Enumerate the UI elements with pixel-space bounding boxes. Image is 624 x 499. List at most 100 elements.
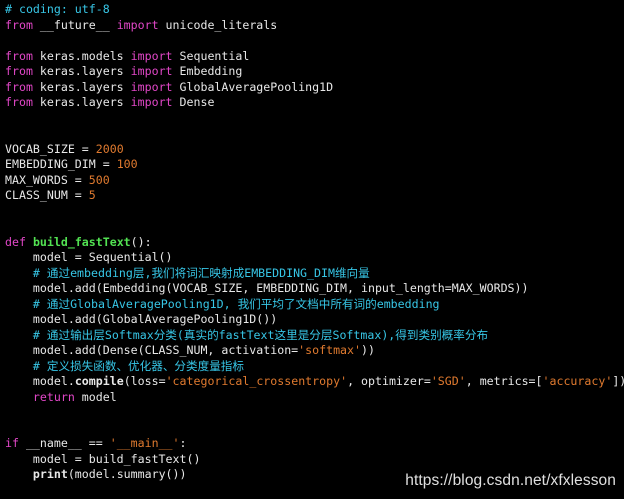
code-token: (model.summary()): [67, 467, 187, 481]
code-token: unicode_literals: [158, 17, 278, 32]
code-line: # 定义损失函数、优化器、分类度量指标: [5, 359, 624, 375]
code-line: from keras.layers import GlobalAveragePo…: [5, 80, 624, 96]
comment-token: # 通过GlobalAveragePooling1D, 我们平均了文档中所有词的…: [32, 296, 440, 311]
code-token: model.add(Dense(CLASS_NUM, activation=: [5, 343, 299, 357]
comment-token: # 通过输出层Softmax分类(真实的fastText这里是分层Softmax…: [32, 327, 489, 342]
code-line: # coding: utf-8: [5, 2, 624, 18]
code-line: # 通过GlobalAveragePooling1D, 我们平均了文档中所有词的…: [5, 297, 624, 313]
code-token: )): [361, 343, 375, 357]
code-line: model = build_fastText(): [5, 452, 624, 468]
keyword-token: import: [116, 17, 159, 32]
code-line: from __future__ import unicode_literals: [5, 18, 624, 34]
keyword-token: if: [5, 436, 19, 450]
code-line: # 通过embedding层,我们将词汇映射成EMBEDDING_DIM维向量: [5, 266, 624, 282]
code-token: :: [179, 436, 187, 450]
code-line: model.add(Dense(CLASS_NUM, activation='s…: [5, 343, 624, 359]
code-line: def build_fastText():: [5, 235, 624, 251]
code-line: CLASS_NUM = 5: [5, 188, 624, 204]
code-token: , metrics=[: [465, 374, 543, 388]
code-token: Embedding: [172, 64, 243, 78]
number-token: 100: [116, 157, 138, 171]
code-token: EMBEDDING_DIM =: [5, 157, 117, 171]
keyword-token: def: [5, 234, 26, 249]
code-line: return model: [5, 390, 624, 406]
code-editor: # coding: utf-8 from __future__ import un…: [0, 0, 624, 499]
string-token: 'softmax': [298, 343, 361, 357]
keyword-token: from: [5, 79, 33, 94]
code-line: model = Sequential(): [5, 250, 624, 266]
comment-token: # coding: utf-8: [5, 2, 110, 16]
code-token: Sequential: [172, 48, 250, 63]
code-line: model.add(GlobalAveragePooling1D()): [5, 312, 624, 328]
code-token: VOCAB_SIZE =: [5, 141, 96, 156]
function-name-token: build_fastText: [32, 234, 131, 249]
code-token: Dense: [172, 95, 215, 109]
number-token: 2000: [95, 141, 124, 156]
code-token: , optimizer=: [347, 374, 431, 388]
code-line: from keras.models import Sequential: [5, 49, 624, 65]
code-token: model: [74, 389, 117, 404]
builtin-token: compile: [74, 374, 124, 388]
number-token: 500: [88, 172, 110, 187]
code-token: keras.layers: [32, 95, 131, 109]
watermark-url: https://blog.csdn.net/xfxlesson: [405, 472, 616, 489]
code-line: model.add(Embedding(VOCAB_SIZE, EMBEDDIN…: [5, 281, 624, 297]
number-token: 5: [88, 188, 96, 202]
code-token: model = Sequential(): [5, 250, 173, 264]
code-block: # coding: utf-8 from __future__ import un…: [5, 2, 624, 483]
code-token: __name__ ==: [18, 436, 110, 450]
keyword-token: import: [130, 64, 173, 78]
code-token: GlobalAveragePooling1D: [172, 79, 334, 94]
string-token: 'SGD': [430, 374, 466, 388]
code-token: ():: [130, 234, 152, 249]
keyword-token: from: [5, 48, 33, 63]
string-token: '__main__': [109, 436, 180, 450]
code-line: model.compile(loss='categorical_crossent…: [5, 374, 624, 390]
code-token: model.: [5, 374, 75, 388]
code-line: EMBEDDING_DIM = 100: [5, 157, 624, 173]
code-token: ]): [612, 374, 624, 388]
code-token: __future__: [32, 17, 117, 32]
builtin-token: print: [32, 467, 68, 481]
string-token: 'accuracy': [542, 374, 613, 388]
code-line: from keras.layers import Embedding: [5, 64, 624, 80]
code-line: # 通过输出层Softmax分类(真实的fastText这里是分层Softmax…: [5, 328, 624, 344]
code-token: model = build_fastText(): [5, 451, 201, 466]
code-token: CLASS_NUM =: [5, 188, 89, 202]
keyword-token: import: [130, 95, 173, 109]
code-token: model.add(GlobalAveragePooling1D()): [5, 312, 278, 326]
code-line: from keras.layers import Dense: [5, 95, 624, 111]
code-line: VOCAB_SIZE = 2000: [5, 142, 624, 158]
code-token: (loss=: [123, 374, 166, 388]
comment-token: # 通过embedding层,我们将词汇映射成EMBEDDING_DIM维向量: [32, 265, 370, 280]
string-token: 'categorical_crossentropy': [165, 374, 348, 388]
code-line: MAX_WORDS = 500: [5, 173, 624, 189]
code-token: MAX_WORDS =: [5, 172, 89, 187]
code-token: keras.layers: [32, 79, 131, 94]
keyword-token: from: [5, 95, 33, 109]
keyword-token: import: [130, 48, 173, 63]
keyword-token: import: [130, 79, 173, 94]
code-token: model.add(Embedding(VOCAB_SIZE, EMBEDDIN…: [5, 281, 529, 295]
keyword-token: return: [32, 389, 75, 404]
keyword-token: from: [5, 17, 33, 32]
code-line: if __name__ == '__main__':: [5, 436, 624, 452]
keyword-token: from: [5, 64, 33, 78]
code-token: keras.layers: [32, 64, 131, 78]
comment-token: # 定义损失函数、优化器、分类度量指标: [32, 358, 244, 373]
code-token: keras.models: [32, 48, 131, 63]
